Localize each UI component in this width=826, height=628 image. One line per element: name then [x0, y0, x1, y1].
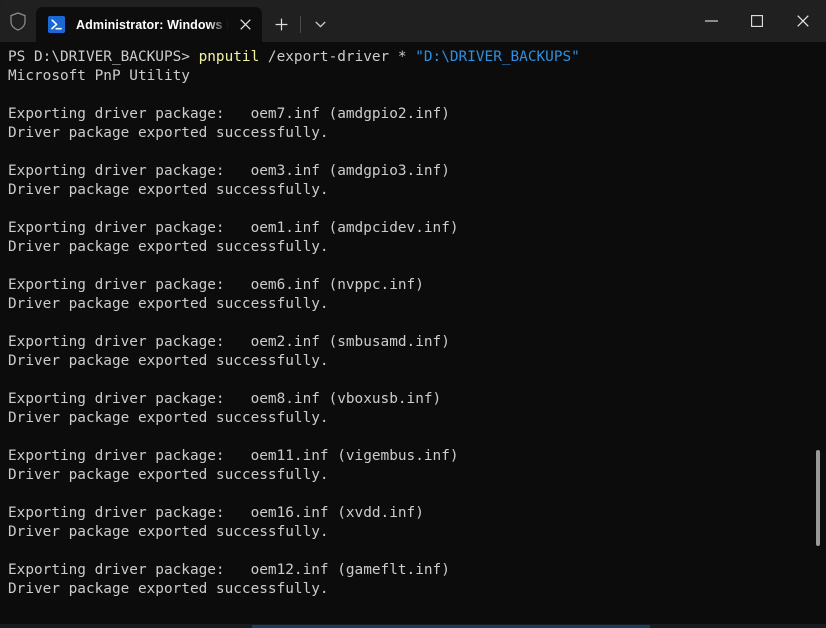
export-line: Exporting driver package: oem11.inf (vig…: [8, 447, 826, 466]
success-line: Driver package exported successfully.: [8, 238, 826, 257]
new-tab-button[interactable]: [262, 7, 300, 42]
tab-title: Administrator: Windows PowerShell: [76, 18, 230, 32]
terminal-scrollbar[interactable]: [813, 42, 823, 628]
success-line-text: Driver package exported successfully.: [8, 581, 329, 597]
powershell-window: Administrator: Windows PowerShell: [0, 0, 826, 628]
blank-line: [8, 86, 826, 105]
utility-banner: Microsoft PnP Utility: [8, 67, 826, 86]
window-controls: [688, 0, 826, 42]
export-line: Exporting driver package: oem16.inf (xvd…: [8, 504, 826, 523]
terminal-output-area[interactable]: PS D:\DRIVER_BACKUPS> pnputil /export-dr…: [0, 42, 826, 628]
export-line-text: Exporting driver package: oem16.inf (xvd…: [8, 505, 424, 521]
export-line-text: Exporting driver package: oem12.inf (gam…: [8, 562, 450, 578]
success-line-text: Driver package exported successfully.: [8, 239, 329, 255]
close-button[interactable]: [780, 0, 826, 42]
success-line: Driver package exported successfully.: [8, 124, 826, 143]
blank-line: [8, 428, 826, 447]
prompt: PS D:\DRIVER_BACKUPS>: [8, 49, 199, 65]
scrollbar-thumb[interactable]: [816, 450, 820, 546]
blank-line: [8, 143, 826, 162]
success-line-text: Driver package exported successfully.: [8, 524, 329, 540]
export-line-text: Exporting driver package: oem11.inf (vig…: [8, 448, 459, 464]
command-path: "D:\DRIVER_BACKUPS": [415, 49, 580, 65]
export-line-text: Exporting driver package: oem2.inf (smbu…: [8, 334, 450, 350]
success-line: Driver package exported successfully.: [8, 352, 826, 371]
export-line: Exporting driver package: oem12.inf (gam…: [8, 561, 826, 580]
blank-line: [8, 257, 826, 276]
tab-close-icon[interactable]: [230, 10, 260, 40]
powershell-icon: [48, 16, 65, 33]
export-line-text: Exporting driver package: oem6.inf (nvpp…: [8, 277, 424, 293]
blank-line: [8, 371, 826, 390]
success-line-text: Driver package exported successfully.: [8, 353, 329, 369]
success-line-text: Driver package exported successfully.: [8, 467, 329, 483]
export-line-text: Exporting driver package: oem8.inf (vbox…: [8, 391, 441, 407]
blank-line: [8, 485, 826, 504]
export-line-text: Exporting driver package: oem3.inf (amdg…: [8, 163, 450, 179]
export-line: Exporting driver package: oem2.inf (smbu…: [8, 333, 826, 352]
blank-line: [8, 200, 826, 219]
success-line: Driver package exported successfully.: [8, 523, 826, 542]
success-line: Driver package exported successfully.: [8, 409, 826, 428]
title-bar: Administrator: Windows PowerShell: [0, 0, 826, 42]
success-line-text: Driver package exported successfully.: [8, 296, 329, 312]
export-line-text: Exporting driver package: oem7.inf (amdg…: [8, 106, 450, 122]
export-line: Exporting driver package: oem3.inf (amdg…: [8, 162, 826, 181]
maximize-button[interactable]: [734, 0, 780, 42]
export-line: Exporting driver package: oem1.inf (amdp…: [8, 219, 826, 238]
shield-icon: [0, 0, 36, 42]
export-line: Exporting driver package: oem7.inf (amdg…: [8, 105, 826, 124]
export-line: Exporting driver package: oem6.inf (nvpp…: [8, 276, 826, 295]
export-line: Exporting driver package: oem8.inf (vbox…: [8, 390, 826, 409]
blank-line: [8, 542, 826, 561]
terminal-text: PS D:\DRIVER_BACKUPS> pnputil /export-dr…: [8, 48, 826, 599]
minimize-button[interactable]: [688, 0, 734, 42]
success-line: Driver package exported successfully.: [8, 580, 826, 599]
success-line: Driver package exported successfully.: [8, 295, 826, 314]
command-args: /export-driver *: [259, 49, 415, 65]
export-line-text: Exporting driver package: oem1.inf (amdp…: [8, 220, 459, 236]
blank-line: [8, 314, 826, 333]
success-line-text: Driver package exported successfully.: [8, 182, 329, 198]
tab-dropdown-button[interactable]: [301, 7, 339, 42]
success-line-text: Driver package exported successfully.: [8, 410, 329, 426]
banner-text: Microsoft PnP Utility: [8, 68, 190, 84]
success-line: Driver package exported successfully.: [8, 181, 826, 200]
chevron-down-icon: [315, 21, 326, 28]
success-line-text: Driver package exported successfully.: [8, 125, 329, 141]
success-line: Driver package exported successfully.: [8, 466, 826, 485]
command-line: PS D:\DRIVER_BACKUPS> pnputil /export-dr…: [8, 48, 826, 67]
command-name: pnputil: [199, 49, 260, 65]
tab-administrator-windows-powershell[interactable]: Administrator: Windows PowerShell: [36, 7, 262, 42]
